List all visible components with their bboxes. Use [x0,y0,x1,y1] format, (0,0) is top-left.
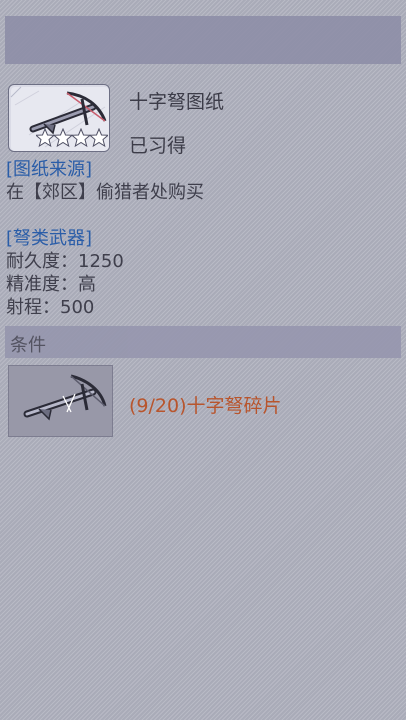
weapon-type-tag: [弩类武器] [6,228,93,249]
conditions-title: 条件 [10,335,46,356]
crossbow-fragment-icon [8,365,113,437]
source-tag: [图纸来源] [6,159,93,180]
conditions-header: 条件 [5,326,401,358]
accuracy-stat: 精准度：高 [6,274,96,295]
item-status: 已习得 [129,135,187,157]
range-stat: 射程：500 [6,297,95,318]
condition-progress-text: (9/20)十字弩碎片 [129,395,282,417]
item-title: 十字弩图纸 [129,91,225,113]
top-bar [5,16,401,64]
condition-item[interactable]: (9/20)十字弩碎片 [8,365,400,437]
item-header: 十字弩图纸 已习得 [8,84,400,157]
weapon-section: [弩类武器] 耐久度：1250 精准度：高 射程：500 [6,227,402,319]
rating-stars [36,128,108,148]
source-section: [图纸来源] 在【郊区】偷猎者处购买 [6,158,402,204]
source-text: 在【郊区】偷猎者处购买 [6,182,204,203]
durability-stat: 耐久度：1250 [6,251,124,272]
